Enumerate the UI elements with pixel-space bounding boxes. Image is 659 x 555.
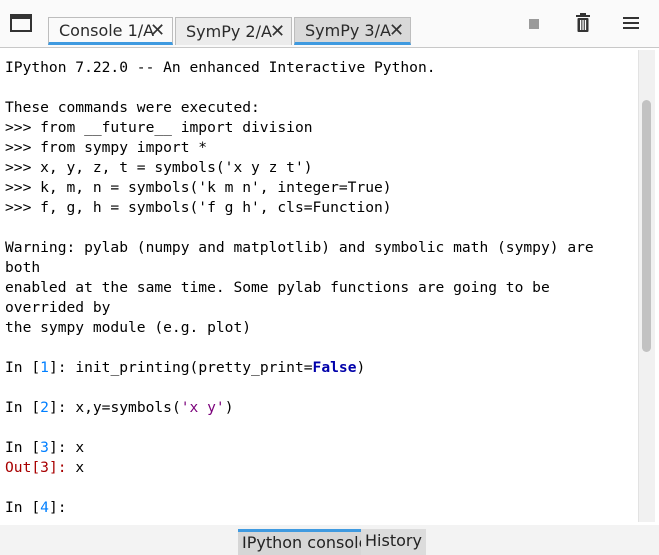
tab-sympy-3a[interactable]: SymPy 3/A ✕ [294,17,411,45]
in-prompt: In [3]: [5,439,76,456]
warning-line: both [5,259,41,276]
in-prompt[interactable]: In [4]: [5,499,75,516]
executed-header: These commands were executed: [5,99,260,116]
executed-line: >>> from sympy import * [5,139,208,156]
cell-code: x,y=symbols('x y') [75,399,234,416]
executed-line: >>> k, m, n = symbols('k m n', integer=T… [5,179,392,196]
window-icon[interactable] [10,13,32,33]
close-icon[interactable]: ✕ [389,18,404,44]
cell-code: init_printing(pretty_print=False) [75,359,366,376]
tab-label: SymPy 2/A [186,22,272,41]
vertical-scrollbar[interactable] [638,50,655,522]
tab-history[interactable]: History [361,529,426,555]
in-prompt: In [1]: [5,359,76,376]
tab-console-1a[interactable]: Console 1/A ✕ [48,17,173,45]
stop-icon[interactable] [528,18,540,30]
in-prompt: In [2]: [5,399,76,416]
tab-label: SymPy 3/A [305,21,391,40]
close-icon[interactable]: ✕ [270,18,285,46]
cell-output: x [75,459,85,476]
trash-icon[interactable] [574,13,592,33]
warning-line: Warning: pylab (numpy and matplotlib) an… [5,239,594,256]
out-prompt: Out[3]: [5,459,76,476]
tab-sympy-2a[interactable]: SymPy 2/A ✕ [175,17,292,45]
warning-line: enabled at the same time. Some pylab fun… [5,279,550,296]
pane-tab-bar: IPython console History [0,525,659,555]
tab-ipython-console[interactable]: IPython console [238,529,373,555]
ipython-console-output[interactable]: IPython 7.22.0 -- An enhanced Interactiv… [0,48,638,525]
executed-line: >>> from __future__ import division [5,119,313,136]
cell-code: x [75,439,85,456]
warning-line: the sympy module (e.g. plot) [5,319,252,336]
menu-icon[interactable] [623,16,639,30]
scrollbar-thumb[interactable] [642,100,651,352]
close-icon[interactable]: ✕ [150,18,165,44]
warning-line: overrided by [5,299,111,316]
console-toolbar: Console 1/A ✕ SymPy 2/A ✕ SymPy 3/A ✕ [0,0,659,47]
tab-label: Console 1/A [59,21,155,40]
executed-line: >>> f, g, h = symbols('f g h', cls=Funct… [5,199,392,216]
executed-line: >>> x, y, z, t = symbols('x y z t') [5,159,313,176]
console-banner: IPython 7.22.0 -- An enhanced Interactiv… [5,59,436,76]
